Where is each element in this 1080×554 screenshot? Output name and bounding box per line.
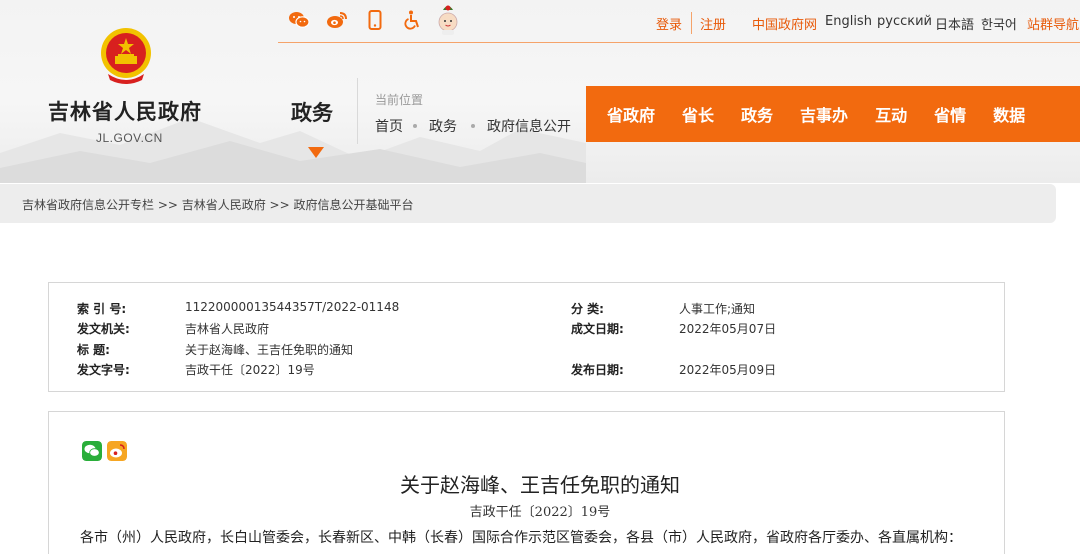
header-divider: [357, 78, 358, 144]
national-emblem-icon: [98, 26, 154, 86]
site-name[interactable]: 吉林省人民政府: [48, 96, 202, 126]
document-info-box: 索 引 号: 11220000013544357T/2022-01148 分 类…: [48, 282, 1005, 392]
date-created-label: 成文日期:: [571, 322, 624, 336]
article-doc-number: 吉政干任〔2022〕19号: [469, 505, 611, 520]
main-nav: 省政府 省长 政务 吉事办 互动 省情 数据: [586, 86, 1080, 142]
section-title: 政务: [291, 101, 333, 125]
publish-date-value: 2022年05月09日: [679, 363, 777, 377]
category-label: 分 类:: [571, 302, 604, 316]
publish-date-label: 发布日期:: [571, 363, 624, 377]
nav-item-jishiban[interactable]: 吉事办: [800, 102, 848, 126]
nav-item-affairs[interactable]: 政务: [741, 102, 773, 126]
weibo-icon[interactable]: [326, 10, 348, 30]
top-links-divider: [691, 12, 692, 34]
bullet-icon: [413, 124, 417, 128]
location-crumb-info[interactable]: 政府信息公开: [487, 116, 571, 136]
location-label: 当前位置: [375, 93, 424, 107]
site-group-nav-link[interactable]: 站群导航: [1027, 14, 1079, 33]
index-value: 11220000013544357T/2022-01148: [185, 300, 400, 314]
gov-cn-link[interactable]: 中国政府网: [752, 14, 817, 33]
lang-japanese-link[interactable]: 日本語: [935, 14, 974, 33]
wechat-icon[interactable]: [288, 10, 310, 30]
bullet-icon: [471, 124, 475, 128]
section-caret-icon: [308, 147, 324, 158]
nav-item-governor[interactable]: 省长: [682, 102, 714, 126]
nav-item-data[interactable]: 数据: [993, 102, 1025, 126]
nav-item-interaction[interactable]: 互动: [875, 102, 907, 126]
register-link[interactable]: 注册: [700, 14, 726, 33]
issuer-label: 发文机关:: [77, 322, 130, 336]
article-body-text: 各市（州）人民政府，长白山管委会，长春新区、中韩（长春）国际合作示范区管委会，各…: [80, 530, 962, 546]
mobile-icon[interactable]: [368, 10, 382, 30]
title-label: 标 题:: [77, 343, 110, 357]
login-link[interactable]: 登录: [656, 14, 682, 33]
wechat-share-icon[interactable]: [82, 441, 102, 461]
lang-russian-link[interactable]: русский: [877, 14, 932, 29]
lang-english-link[interactable]: English: [825, 14, 872, 29]
doc-number-label: 发文字号:: [77, 363, 130, 377]
location-breadcrumb: 首页 政务 政府信息公开: [375, 116, 571, 136]
mascot-icon[interactable]: [436, 2, 460, 36]
title-value: 关于赵海峰、王吉任免职的通知: [185, 343, 354, 357]
date-created-value: 2022年05月07日: [679, 322, 777, 336]
breadcrumb-text[interactable]: 吉林省政府信息公开专栏 >> 吉林省人民政府 >> 政府信息公开基础平台: [22, 196, 413, 213]
location-crumb-home[interactable]: 首页: [375, 116, 403, 136]
index-label: 索 引 号:: [77, 302, 127, 316]
site-domain: JL.GOV.CN: [96, 131, 163, 145]
category-value: 人事工作;通知: [679, 302, 756, 316]
article-title: 关于赵海峰、王吉任免职的通知: [400, 473, 680, 497]
breadcrumb: 吉林省政府信息公开专栏 >> 吉林省人民政府 >> 政府信息公开基础平台: [0, 184, 1056, 223]
doc-number-value: 吉政干任〔2022〕19号: [185, 363, 315, 377]
weibo-share-icon[interactable]: [107, 441, 127, 461]
location-crumb-affairs[interactable]: 政务: [429, 116, 457, 136]
issuer-value: 吉林省人民政府: [185, 322, 270, 336]
nav-item-province-gov[interactable]: 省政府: [607, 102, 655, 126]
accessibility-icon[interactable]: [404, 10, 422, 30]
lang-korean-link[interactable]: 한국어: [981, 14, 1017, 33]
nav-item-province-info[interactable]: 省情: [934, 102, 966, 126]
